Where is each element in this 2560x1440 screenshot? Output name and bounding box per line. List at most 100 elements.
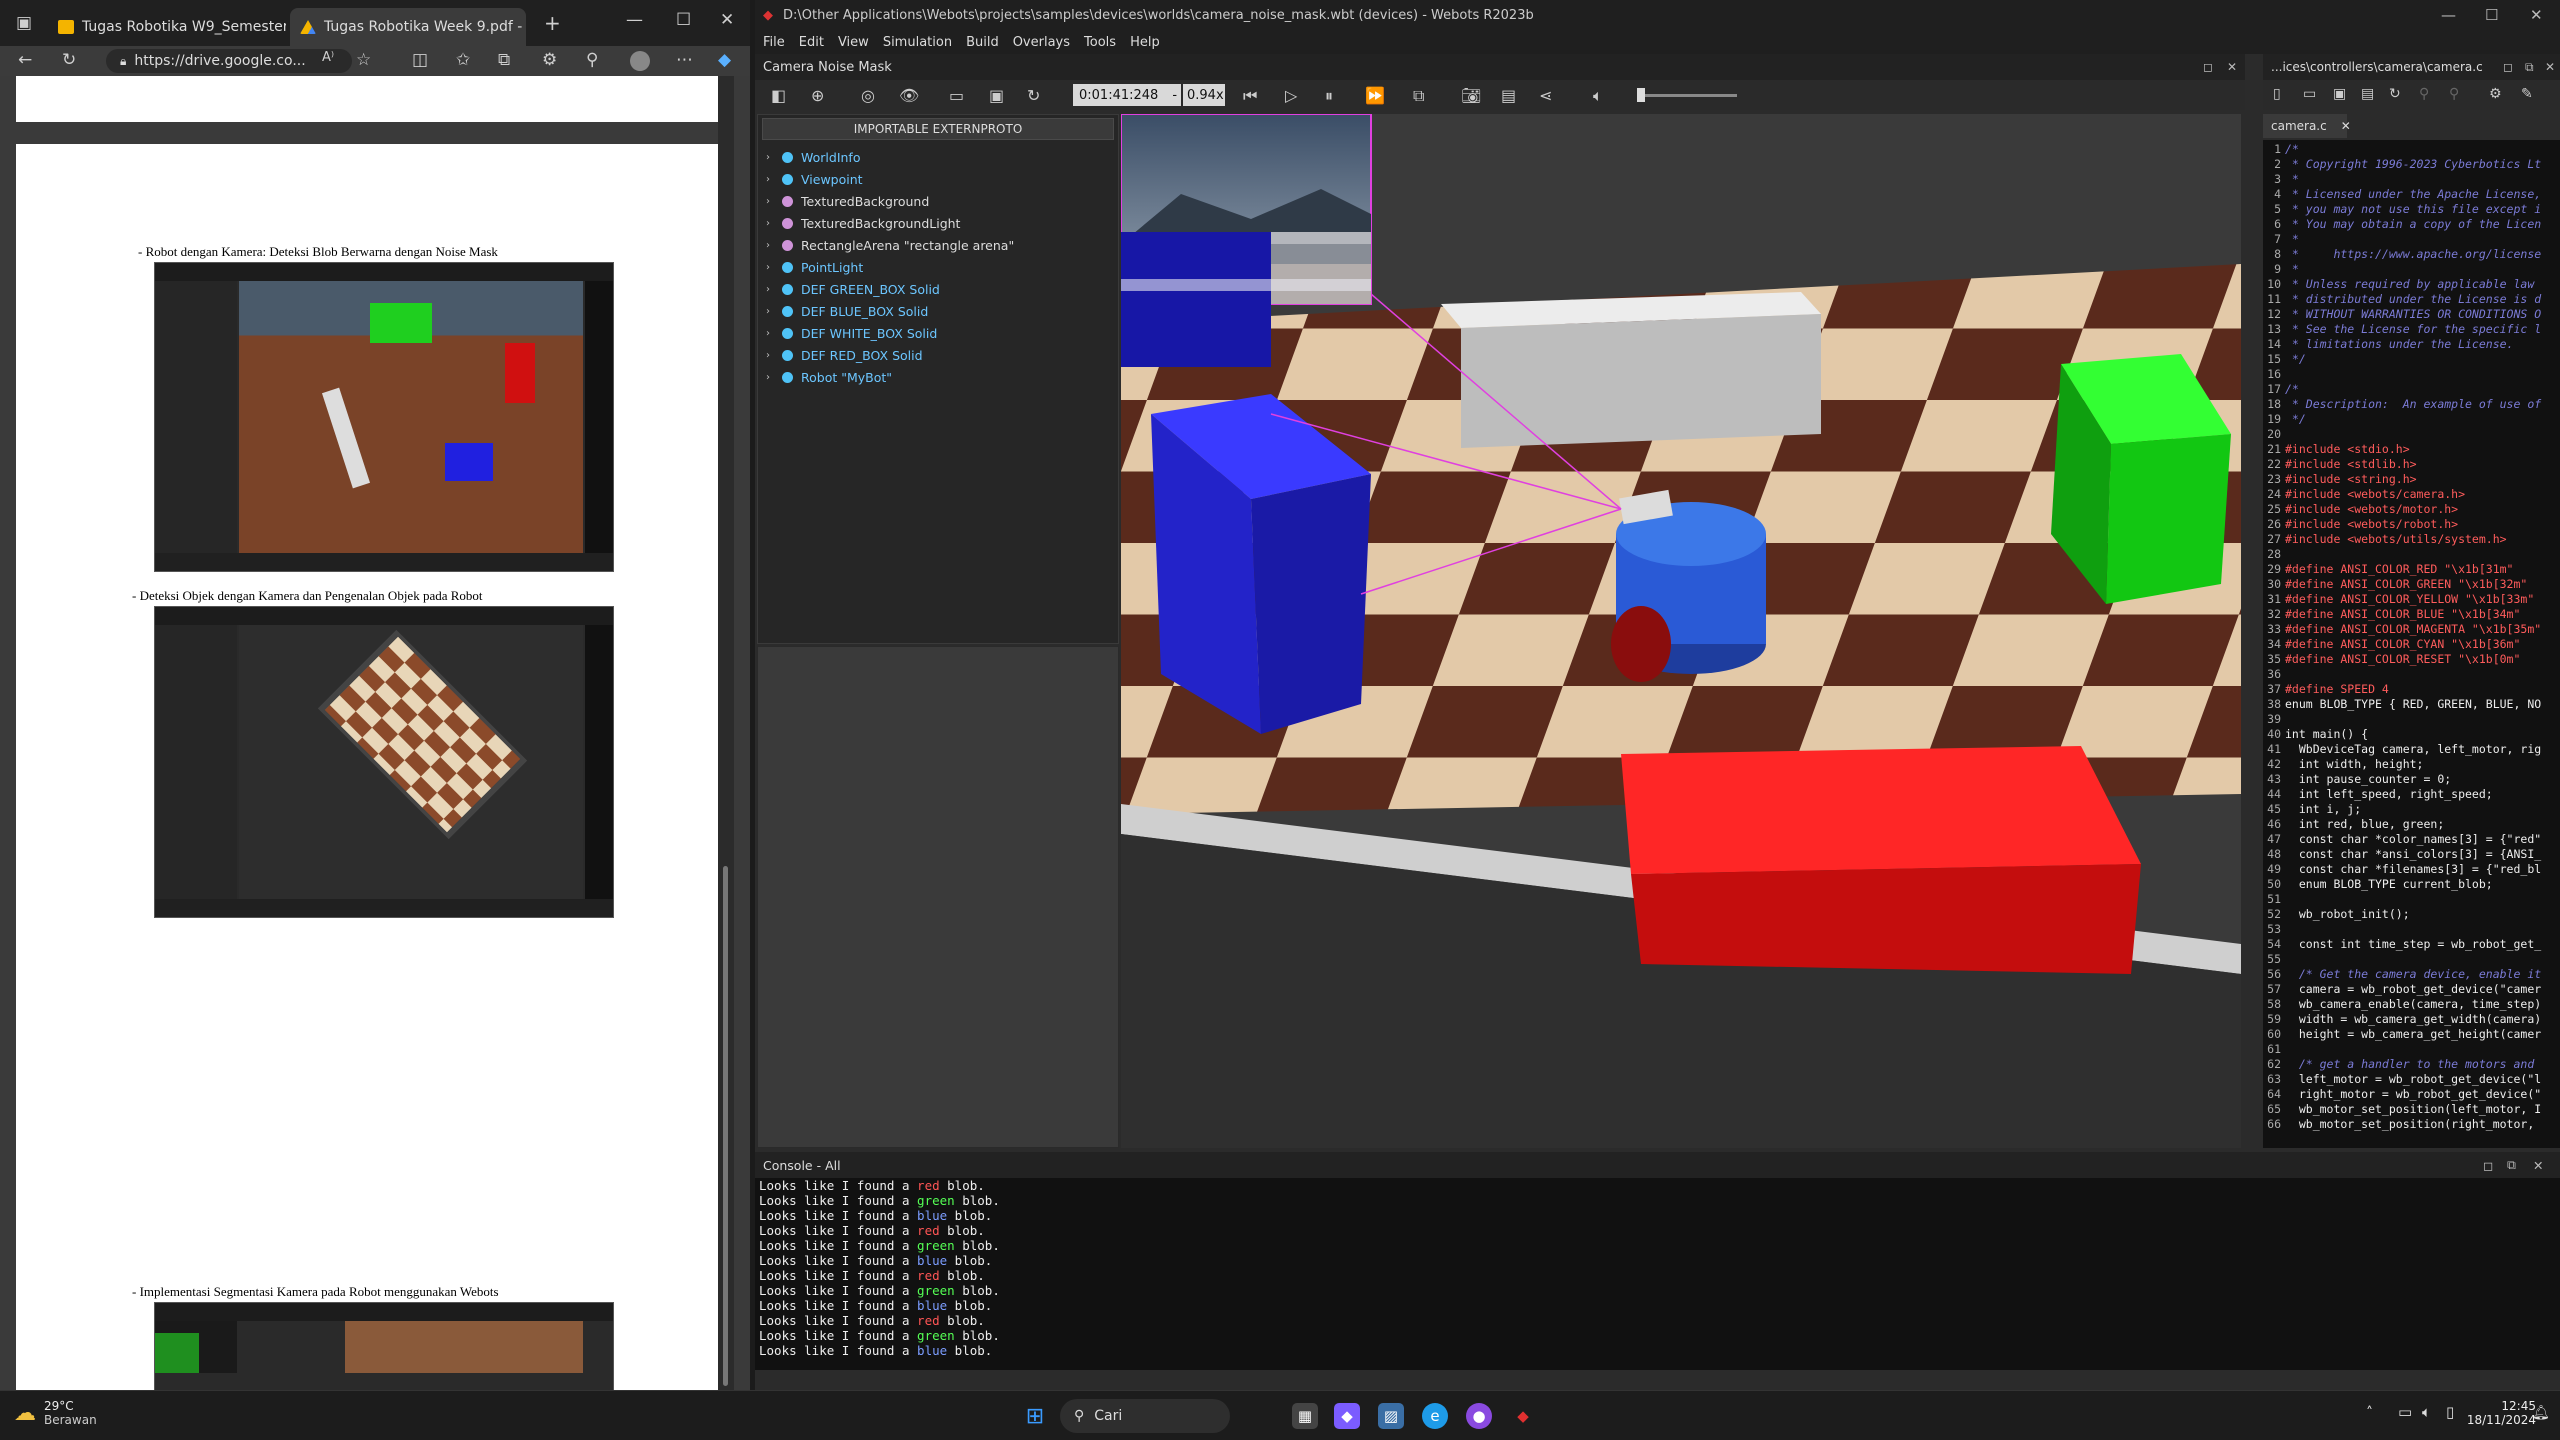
weather-widget[interactable]: ☁ 29°C Berawan xyxy=(14,1399,97,1427)
float-panel-icon[interactable]: ◻ xyxy=(2503,60,2513,74)
back-icon[interactable]: ← xyxy=(18,50,32,70)
close-panel-icon[interactable]: ✕ xyxy=(2533,1158,2543,1173)
toggle-scene-tree-icon[interactable]: ◧ xyxy=(771,86,786,105)
browser-tab-2[interactable]: Tugas Robotika Week 9.pdf - Goo ✕ xyxy=(290,8,526,46)
record-movie-icon[interactable]: ▤ xyxy=(1501,86,1516,105)
rendering-icon[interactable]: ⧉ xyxy=(1413,86,1424,106)
collections-icon[interactable]: ⧉ xyxy=(498,50,510,70)
split-screen-icon[interactable]: ◫ xyxy=(412,50,428,70)
minimize-icon[interactable]: — xyxy=(2441,6,2456,24)
browser-tab-1[interactable]: Tugas Robotika W9_Semester Ga ✕ xyxy=(48,8,286,46)
close-panel-icon[interactable]: ✕ xyxy=(2545,60,2555,74)
scene-tree-item[interactable]: › PointLight xyxy=(766,257,863,277)
float-panel-icon[interactable]: ◻ xyxy=(2203,60,2213,74)
reset-simulation-icon[interactable]: ⏮ xyxy=(1243,86,1257,106)
taskbar-search[interactable]: ⚲ Cari xyxy=(1060,1399,1230,1433)
revert-icon[interactable]: ↻ xyxy=(2389,86,2401,102)
save-as-icon[interactable]: ▤ xyxy=(2361,86,2374,102)
editor-tab[interactable]: camera.c ✕ xyxy=(2263,114,2351,138)
scene-tree-item[interactable]: › DEF BLUE_BOX Solid xyxy=(766,301,928,321)
scene-tree-item[interactable]: › DEF WHITE_BOX Solid xyxy=(766,323,937,343)
open-file-icon[interactable]: ▭ xyxy=(2303,86,2316,102)
copilot-icon[interactable]: ◆ xyxy=(718,50,731,70)
3d-viewport[interactable] xyxy=(1121,114,2241,1148)
new-file-icon[interactable]: ▯ xyxy=(2273,86,2281,102)
notification-bell-icon[interactable]: 🔔︎ xyxy=(2532,1405,2550,1421)
scene-tree-item[interactable]: › Robot "MyBot" xyxy=(766,367,892,387)
menu-tools[interactable]: Tools xyxy=(1084,35,1116,50)
menu-view[interactable]: View xyxy=(838,35,869,50)
task-view-icon[interactable]: ▦ xyxy=(1292,1403,1318,1429)
menu-overlays[interactable]: Overlays xyxy=(1013,35,1070,50)
maximize-icon[interactable]: ☐ xyxy=(676,10,691,30)
fast-forward-icon[interactable]: ⏩ xyxy=(1365,86,1385,105)
pdf-viewer[interactable]: - Robot dengan Kamera: Deteksi Blob Berw… xyxy=(0,76,750,1390)
pause-icon[interactable]: ⏸ xyxy=(1325,86,1333,106)
favorite-icon[interactable]: ☆ xyxy=(356,50,371,70)
volume-icon[interactable]: 🔈︎ xyxy=(2422,1403,2431,1421)
pdf-scrollbar[interactable] xyxy=(718,76,734,1390)
scene-tree-item[interactable]: › DEF RED_BOX Solid xyxy=(766,345,923,365)
extensions-icon[interactable]: ⚙ xyxy=(542,50,557,70)
favorites-icon[interactable]: ✩ xyxy=(456,50,470,70)
copilot-icon[interactable]: ◆ xyxy=(1334,1403,1360,1429)
tab-actions-icon[interactable]: ▣ xyxy=(16,13,32,33)
webots-icon[interactable]: ◆ xyxy=(1510,1403,1536,1429)
menu-edit[interactable]: Edit xyxy=(799,35,824,50)
expand-arrow-icon[interactable]: › xyxy=(766,372,774,383)
minimize-icon[interactable]: — xyxy=(626,10,643,30)
save-file-icon[interactable]: ▣ xyxy=(2333,86,2346,102)
console-output[interactable]: Looks like I found a red blob. Looks like… xyxy=(755,1178,2560,1370)
scene-tree-item[interactable]: › TexturedBackground xyxy=(766,191,929,211)
scene-tree-item[interactable]: › DEF GREEN_BOX Solid xyxy=(766,279,940,299)
find-icon[interactable]: ⚲ xyxy=(2419,86,2429,102)
scene-tree-item[interactable]: › Viewpoint xyxy=(766,169,863,189)
maximize-panel-icon[interactable]: ⧉ xyxy=(2507,1157,2516,1173)
share-icon[interactable]: ⋖ xyxy=(1539,86,1552,105)
close-tab-icon[interactable]: ✕ xyxy=(2341,119,2351,133)
clock[interactable]: 12:45 18/11/2024 xyxy=(2446,1399,2536,1427)
expand-arrow-icon[interactable]: › xyxy=(766,152,774,163)
replace-icon[interactable]: ⚲ xyxy=(2449,86,2459,102)
read-aloud-icon[interactable]: A⁾ xyxy=(322,50,334,65)
network-icon[interactable]: ▭ xyxy=(2398,1403,2412,1421)
expand-arrow-icon[interactable]: › xyxy=(766,328,774,339)
scene-tree-item[interactable]: › TexturedBackgroundLight xyxy=(766,213,960,233)
more-icon[interactable]: ⋯ xyxy=(676,50,693,70)
add-node-icon[interactable]: ⊕ xyxy=(811,86,824,105)
expand-arrow-icon[interactable]: › xyxy=(766,350,774,361)
expand-arrow-icon[interactable]: › xyxy=(766,196,774,207)
screenshot-icon[interactable]: 📷︎ xyxy=(1461,86,1481,105)
scroll-thumb[interactable] xyxy=(723,866,728,1386)
profile-avatar[interactable] xyxy=(630,51,650,71)
reload-world-icon[interactable]: ↻ xyxy=(1027,86,1040,105)
refresh-icon[interactable]: ↻ xyxy=(62,50,76,70)
menu-simulation[interactable]: Simulation xyxy=(883,35,952,50)
address-bar[interactable]: 🔒︎ https://drive.google.co... xyxy=(106,49,352,73)
browser-essentials-icon[interactable]: ⚲ xyxy=(586,50,598,70)
github-icon[interactable]: ● xyxy=(1466,1403,1492,1429)
maximize-panel-icon[interactable]: ⧉ xyxy=(2525,60,2534,75)
importable-externproto-button[interactable]: IMPORTABLE EXTERNPROTO xyxy=(762,118,1114,140)
build-settings-icon[interactable]: ⚙ xyxy=(2489,86,2502,102)
volume-slider-handle[interactable] xyxy=(1637,88,1645,102)
expand-arrow-icon[interactable]: › xyxy=(766,218,774,229)
clean-icon[interactable]: ✎ xyxy=(2521,86,2533,102)
expand-arrow-icon[interactable]: › xyxy=(766,306,774,317)
volume-slider[interactable] xyxy=(1637,94,1737,97)
viewpoint-icon[interactable]: ◎ xyxy=(861,86,875,105)
new-tab-icon[interactable]: + xyxy=(544,11,561,35)
view-eye-icon[interactable]: 👁︎ xyxy=(899,86,919,105)
close-icon[interactable]: ✕ xyxy=(2530,6,2543,24)
show-hidden-icons-icon[interactable]: ˄ xyxy=(2366,1405,2373,1421)
close-icon[interactable]: ✕ xyxy=(720,10,734,30)
open-world-icon[interactable]: ▭ xyxy=(949,86,964,105)
start-windows-icon[interactable]: ⊞ xyxy=(1022,1403,1048,1429)
menu-help[interactable]: Help xyxy=(1130,35,1160,50)
expand-arrow-icon[interactable]: › xyxy=(766,284,774,295)
save-world-icon[interactable]: ▣ xyxy=(989,86,1004,105)
maximize-icon[interactable]: ☐ xyxy=(2485,6,2498,24)
float-panel-icon[interactable]: ◻ xyxy=(2483,1158,2493,1173)
close-panel-icon[interactable]: ✕ xyxy=(2227,60,2237,74)
expand-arrow-icon[interactable]: › xyxy=(766,262,774,273)
